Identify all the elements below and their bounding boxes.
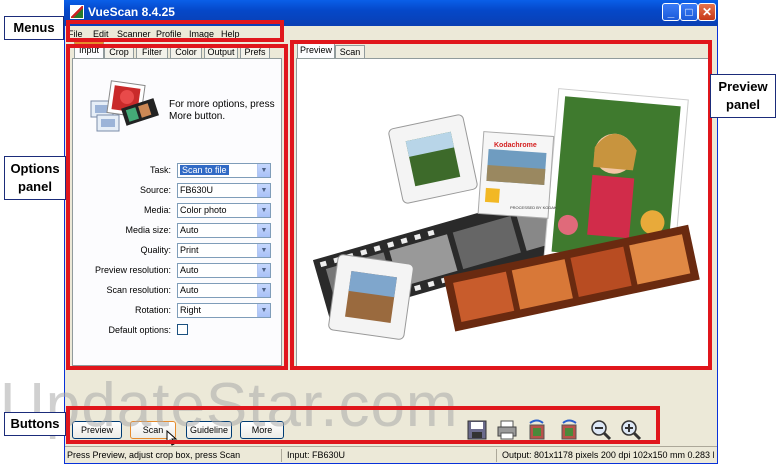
preview-panel-highlight xyxy=(290,40,712,370)
menus-highlight xyxy=(66,20,284,42)
options-panel-callout: Options panel xyxy=(4,156,66,200)
menus-callout: Menus xyxy=(4,16,64,40)
minimize-button[interactable]: _ xyxy=(662,3,680,21)
close-button[interactable]: ✕ xyxy=(698,3,716,21)
buttons-highlight xyxy=(66,406,660,444)
buttons-callout: Buttons xyxy=(4,412,66,436)
status-output: Output: 801x1178 pixels 200 dpi 102x150 … xyxy=(502,450,714,460)
status-bar: Press Preview, adjust crop box, press Sc… xyxy=(65,446,717,463)
preview-panel-callout: Preview panel xyxy=(710,74,776,118)
status-input: Input: FB630U xyxy=(285,449,497,462)
options-panel-highlight xyxy=(66,44,288,370)
status-hint: Press Preview, adjust crop box, press Sc… xyxy=(67,449,282,462)
vuescan-app-icon xyxy=(70,5,84,19)
window-title: VueScan 8.4.25 xyxy=(88,5,175,19)
maximize-button[interactable]: □ xyxy=(680,3,698,21)
